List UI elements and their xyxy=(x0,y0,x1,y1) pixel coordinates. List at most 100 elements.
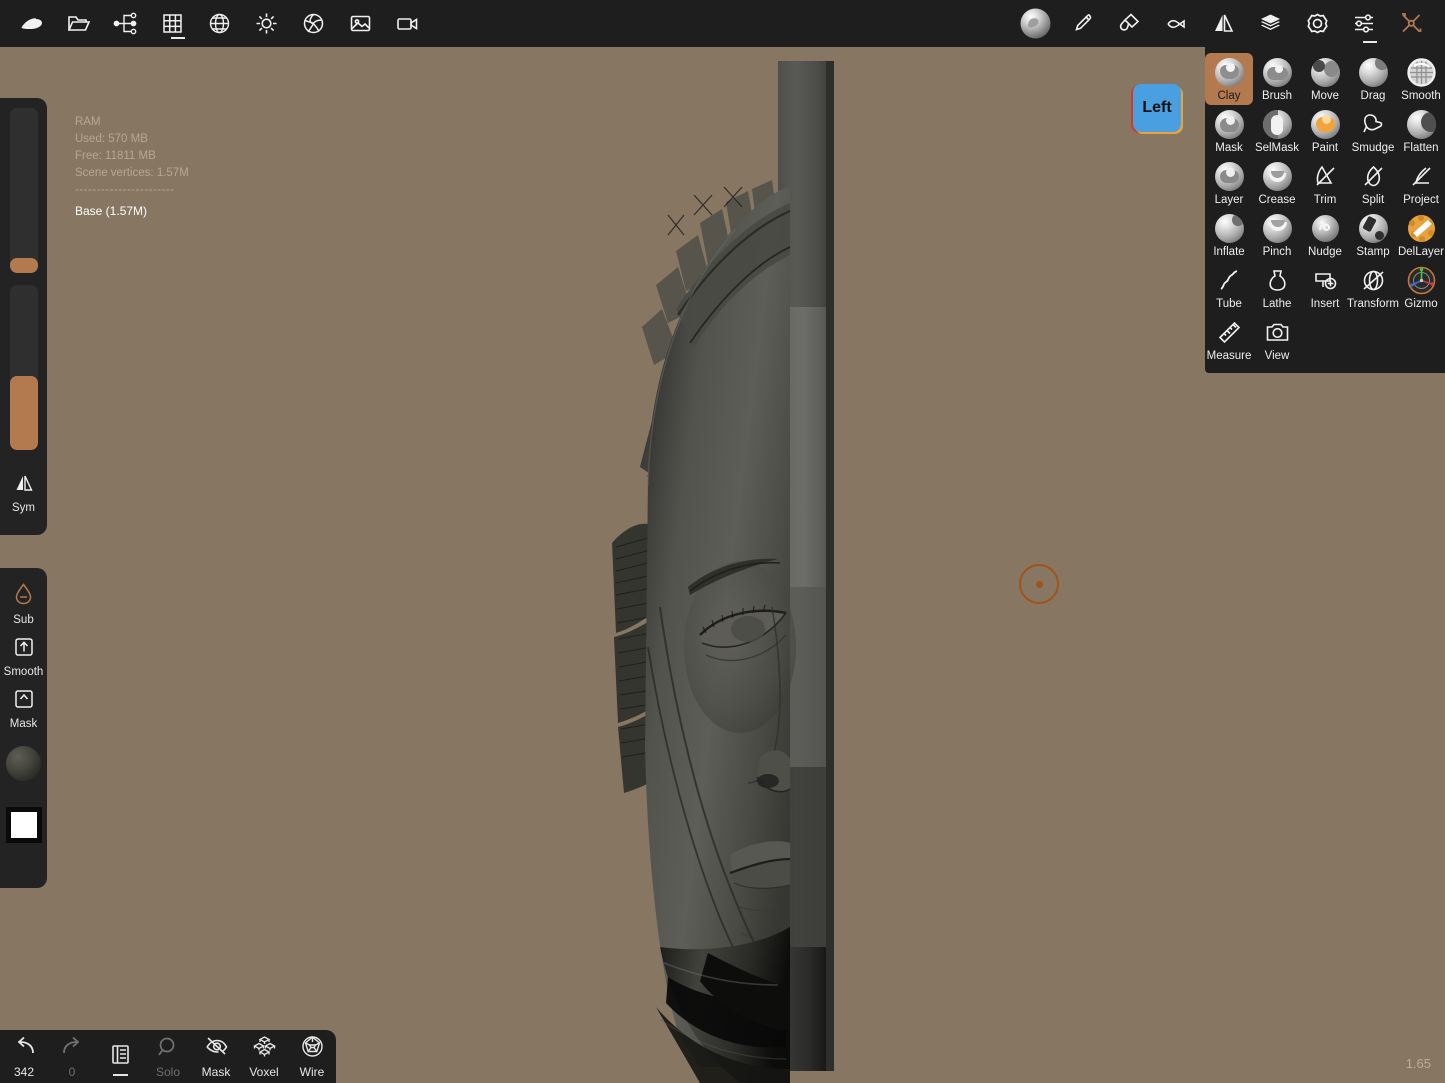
undo-arrow-icon xyxy=(12,1034,37,1064)
tool-nudge[interactable]: Nudge xyxy=(1301,209,1349,261)
tool-transform[interactable]: Transform xyxy=(1347,261,1399,313)
camera-icon xyxy=(1262,317,1293,348)
undo-button[interactable]: 342 xyxy=(0,1030,48,1083)
aperture-icon[interactable] xyxy=(290,0,337,47)
tool-smudge-label: Smudge xyxy=(1351,142,1395,154)
voxel-label: Voxel xyxy=(249,1065,279,1079)
material-preview-swatch[interactable] xyxy=(6,746,41,781)
tools-icon[interactable] xyxy=(1388,0,1435,47)
sidebar-item-sym[interactable]: Sym xyxy=(0,472,47,514)
tool-insert[interactable]: Insert xyxy=(1301,261,1349,313)
material-sphere-icon[interactable] xyxy=(1012,0,1059,47)
layers-underline xyxy=(113,1074,128,1076)
sidebar-item-mask[interactable]: Mask xyxy=(0,688,47,730)
tool-nudge-label: Nudge xyxy=(1308,246,1342,258)
tool-measure[interactable]: Measure xyxy=(1205,313,1253,365)
tool-layer[interactable]: Layer xyxy=(1205,157,1253,209)
eye-off-icon xyxy=(204,1034,229,1064)
tool-dellayer[interactable]: DelLayer xyxy=(1397,209,1445,261)
tool-flatten[interactable]: Flatten xyxy=(1397,105,1445,157)
stamp-icon[interactable] xyxy=(1106,0,1153,47)
transform-icon xyxy=(1358,265,1389,296)
tool-stamp-label: Stamp xyxy=(1356,246,1390,258)
project-icon xyxy=(1406,161,1437,192)
brush-intensity-slider[interactable] xyxy=(9,285,38,450)
wire-button[interactable]: Wire xyxy=(288,1030,336,1083)
image-icon[interactable] xyxy=(337,0,384,47)
mask-label: Mask xyxy=(201,1065,231,1079)
nudge-sphere-icon xyxy=(1310,213,1341,244)
grid-underline xyxy=(170,37,185,39)
view-orientation-cube[interactable]: Left xyxy=(1129,81,1185,137)
tool-paint[interactable]: Paint xyxy=(1301,105,1349,157)
lathe-icon xyxy=(1262,265,1293,296)
tool-clay[interactable]: Clay xyxy=(1205,53,1253,105)
left-sidebar-sliders: Sym xyxy=(0,98,47,535)
layers-list-button[interactable] xyxy=(96,1030,144,1083)
grid-icon[interactable] xyxy=(149,0,196,47)
brush-icon[interactable] xyxy=(1059,0,1106,47)
tool-lathe-label: Lathe xyxy=(1262,298,1292,310)
left-sidebar-actions: Sub Smooth Mask xyxy=(0,568,47,888)
voxel-button[interactable]: Voxel xyxy=(240,1030,288,1083)
view-cube-label[interactable]: Left xyxy=(1133,84,1181,132)
sidebar-item-smooth[interactable]: Smooth xyxy=(0,636,47,678)
layers-icon[interactable] xyxy=(1247,0,1294,47)
sidebar-item-mask-label: Mask xyxy=(9,718,38,730)
tool-inflate[interactable]: Inflate xyxy=(1205,209,1253,261)
tool-split-label: Split xyxy=(1361,194,1385,206)
brush-size-slider[interactable] xyxy=(9,108,38,273)
color-swatch[interactable] xyxy=(5,807,42,843)
tool-move[interactable]: Move xyxy=(1301,53,1349,105)
tool-crease[interactable]: Crease xyxy=(1253,157,1301,209)
tool-lathe[interactable]: Lathe xyxy=(1253,261,1301,313)
book-layers-icon xyxy=(108,1042,133,1072)
solo-button[interactable]: Solo xyxy=(144,1030,192,1083)
tool-mask[interactable]: Mask xyxy=(1205,105,1253,157)
inflate-sphere-icon xyxy=(1214,213,1245,244)
tool-smooth[interactable]: Smooth xyxy=(1397,53,1445,105)
pinch-sphere-icon xyxy=(1262,213,1293,244)
sphere-grid-icon[interactable] xyxy=(196,0,243,47)
subtract-drop-icon xyxy=(13,582,34,611)
tool-stamp[interactable]: Stamp xyxy=(1349,209,1397,261)
tool-split[interactable]: Split xyxy=(1349,157,1397,209)
sidebar-item-sub[interactable]: Sub xyxy=(0,582,47,626)
tool-insert-label: Insert xyxy=(1310,298,1340,310)
crease-sphere-icon xyxy=(1262,161,1293,192)
tool-brush[interactable]: Brush xyxy=(1253,53,1301,105)
tool-selmask-label: SelMask xyxy=(1254,142,1300,154)
tool-project[interactable]: Project xyxy=(1397,157,1445,209)
sliders-icon[interactable] xyxy=(1341,0,1388,47)
mask-toggle-button[interactable]: Mask xyxy=(192,1030,240,1083)
insert-icon xyxy=(1310,265,1341,296)
tool-row-3: Layer Crease Trim Split Project xyxy=(1205,157,1445,209)
tool-gizmo[interactable]: Gizmo xyxy=(1397,261,1445,313)
symmetry-icon[interactable] xyxy=(1200,0,1247,47)
redo-count: 0 xyxy=(68,1065,76,1079)
gear-icon[interactable] xyxy=(1294,0,1341,47)
redo-button[interactable]: 0 xyxy=(48,1030,96,1083)
tool-view[interactable]: View xyxy=(1253,313,1301,365)
paint-sphere-icon xyxy=(1310,109,1341,140)
tool-measure-label: Measure xyxy=(1206,350,1252,362)
zoom-level-indicator: 1.65 xyxy=(1405,1056,1431,1071)
tool-smudge[interactable]: Smudge xyxy=(1349,105,1397,157)
tool-trim[interactable]: Trim xyxy=(1301,157,1349,209)
tool-gizmo-label: Gizmo xyxy=(1404,298,1438,310)
symmetry-icon xyxy=(13,472,35,499)
sculpt-logo-icon[interactable] xyxy=(8,0,55,47)
sun-icon[interactable] xyxy=(243,0,290,47)
tool-pinch[interactable]: Pinch xyxy=(1253,209,1301,261)
stroke-icon[interactable] xyxy=(1153,0,1200,47)
tool-tube[interactable]: Tube xyxy=(1205,261,1253,313)
scene-graph-icon[interactable] xyxy=(102,0,149,47)
tool-selmask[interactable]: SelMask xyxy=(1253,105,1301,157)
open-folder-icon[interactable] xyxy=(55,0,102,47)
tool-dellayer-label: DelLayer xyxy=(1397,246,1445,258)
move-sphere-icon xyxy=(1310,57,1341,88)
tool-transform-label: Transform xyxy=(1347,298,1399,310)
video-camera-icon[interactable] xyxy=(384,0,431,47)
tool-drag[interactable]: Drag xyxy=(1349,53,1397,105)
tool-drag-label: Drag xyxy=(1360,90,1386,102)
